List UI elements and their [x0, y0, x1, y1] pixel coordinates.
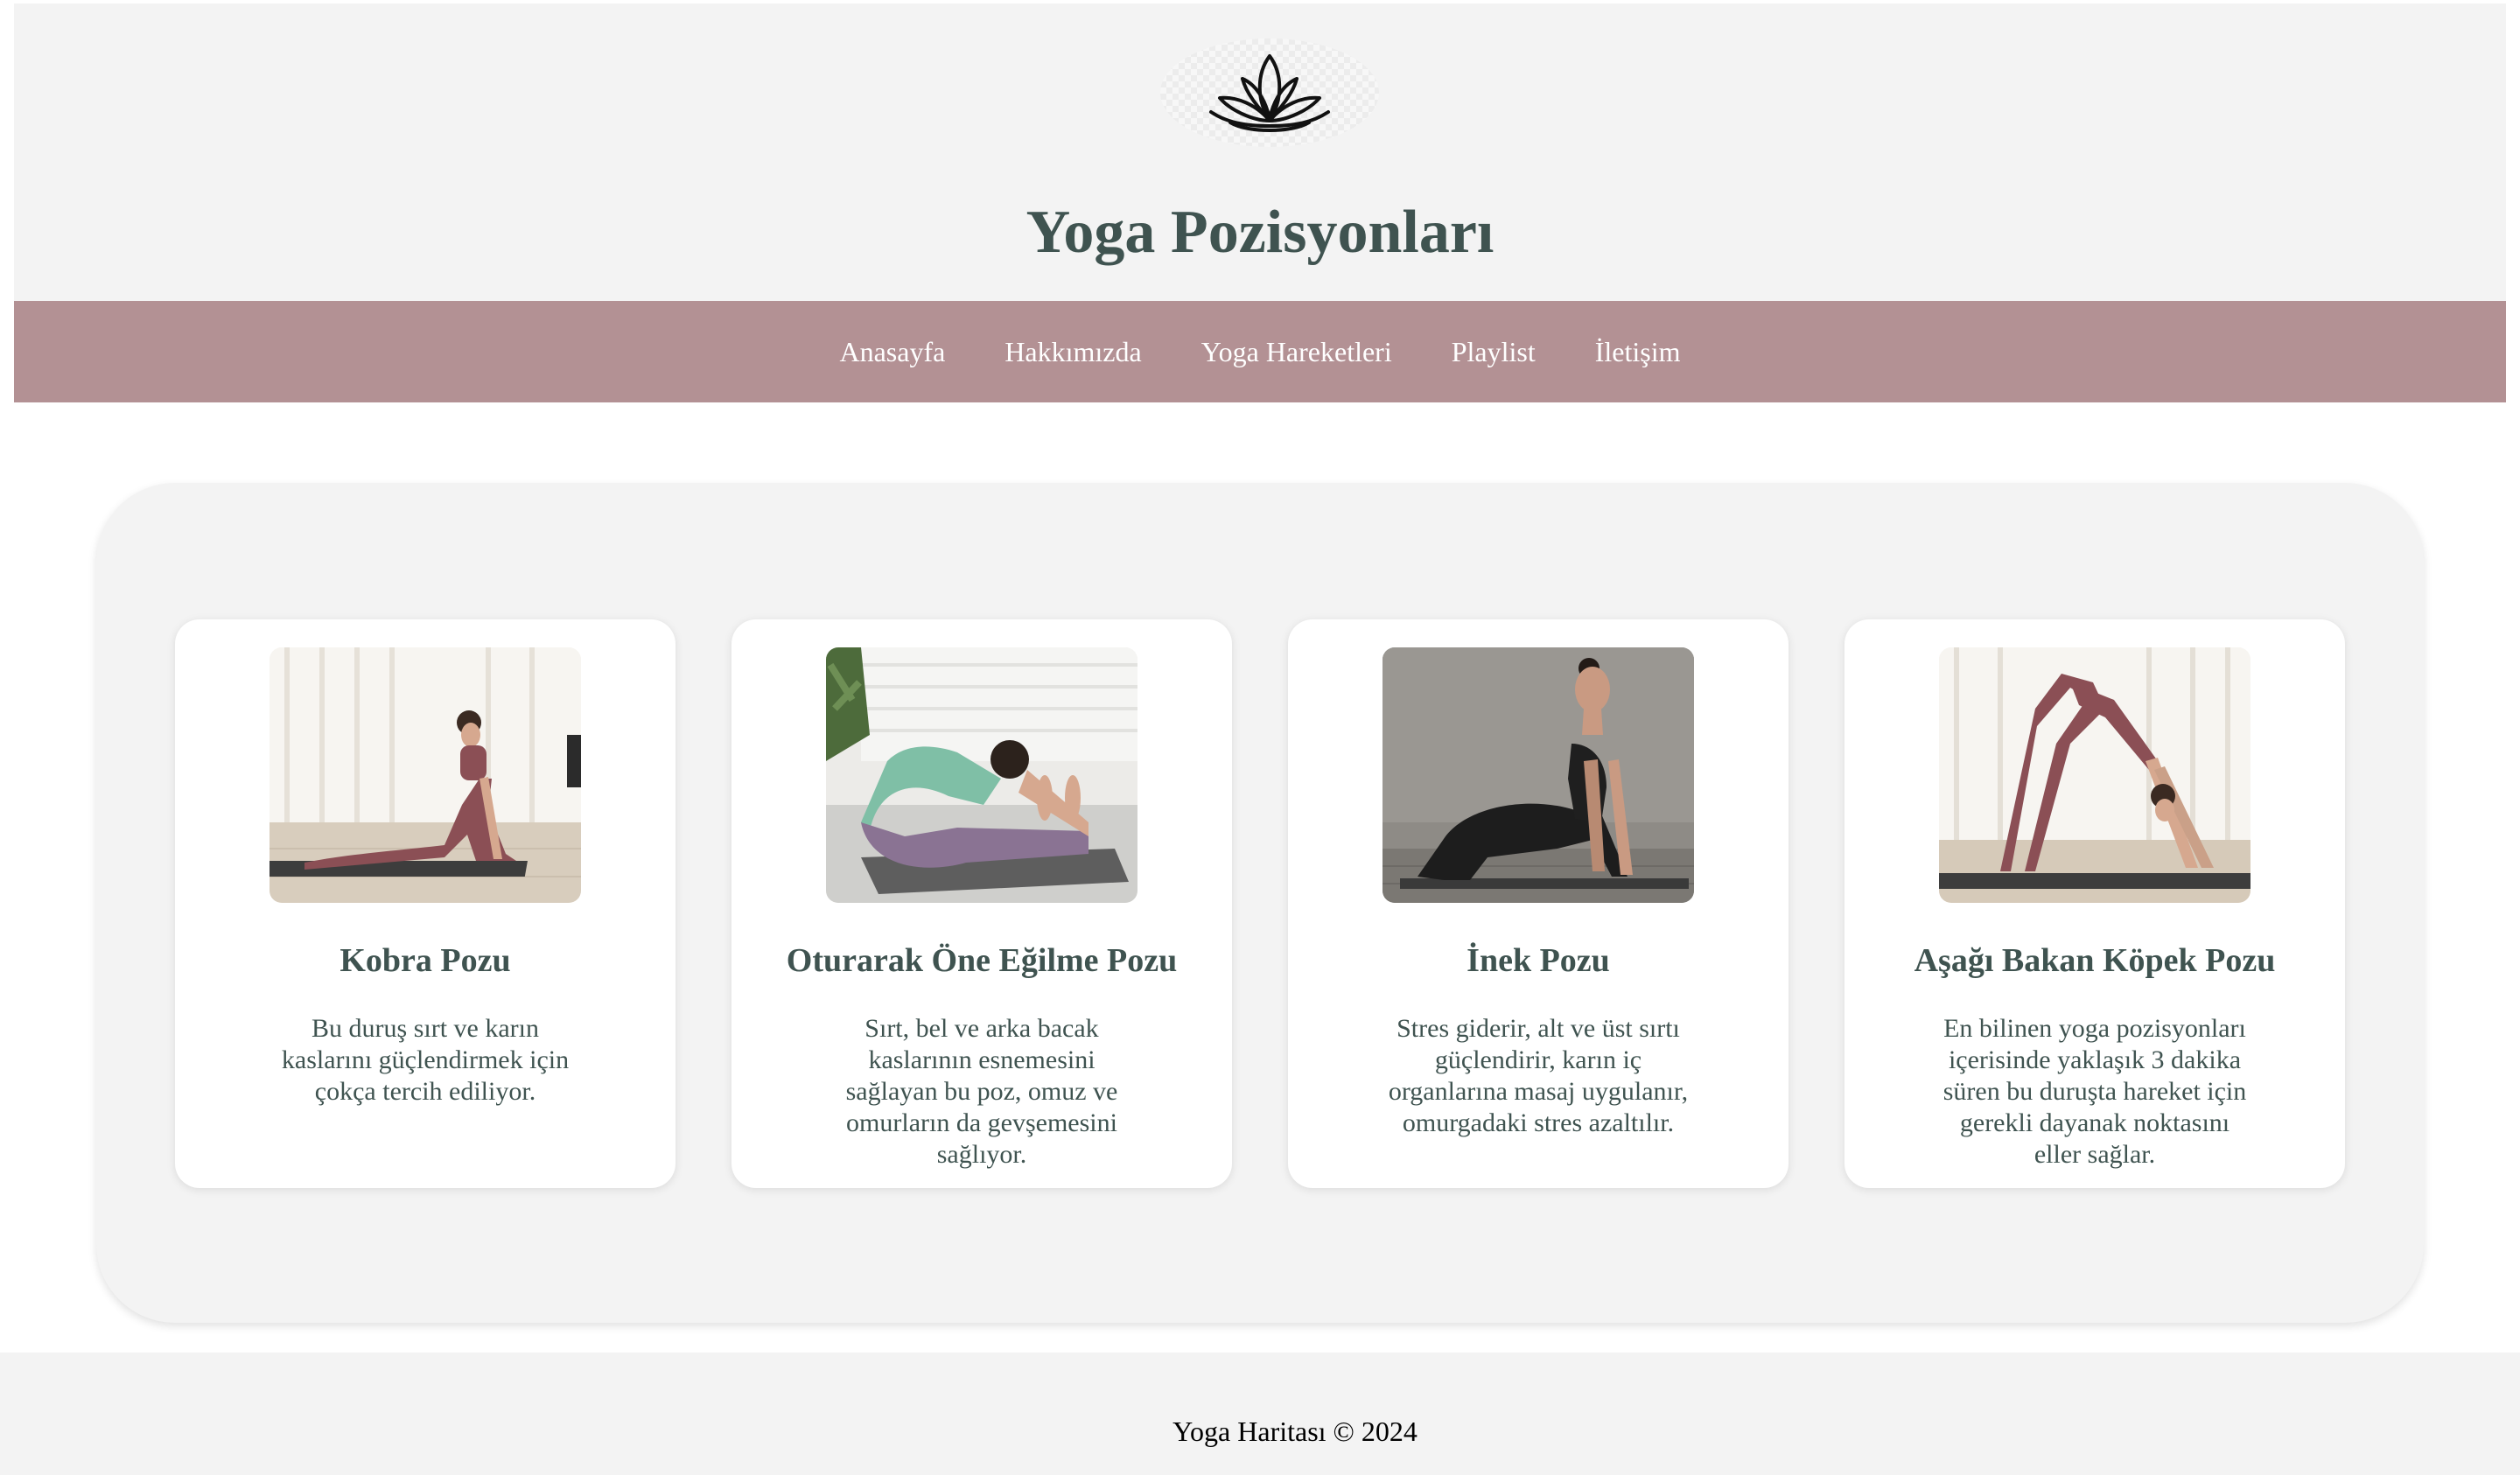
card-description: Bu duruş sırt ve karın kaslarını güçlend…: [281, 1014, 570, 1106]
card-title: İnek Pozu: [1466, 942, 1610, 979]
card-description: Sırt, bel ve arka bacak kaslarının esnem…: [845, 1014, 1118, 1169]
pose-card[interactable]: Kobra Pozu Bu duruş sırt ve karın kaslar…: [175, 619, 676, 1188]
copyright-text: Yoga Haritası © 2024: [1172, 1416, 1418, 1447]
card-description: Stres giderir, alt ve üst sırtı güçlendi…: [1388, 1014, 1689, 1137]
card-title: Kobra Pozu: [340, 942, 511, 979]
pose-card[interactable]: Aşağı Bakan Köpek Pozu En bilinen yoga p…: [1844, 619, 2345, 1188]
nav-item-playlist[interactable]: Playlist: [1452, 334, 1536, 369]
pose-card[interactable]: İnek Pozu Stres giderir, alt ve üst sırt…: [1288, 619, 1788, 1188]
site-footer: Yoga Haritası © 2024: [0, 1353, 2520, 1475]
nav-item-yoga-hareketleri[interactable]: Yoga Hareketleri: [1201, 334, 1392, 369]
card-description: En bilinen yoga pozisyonları içerisinde …: [1942, 1014, 2247, 1169]
card-title: Oturarak Öne Eğilme Pozu: [786, 942, 1178, 979]
lotus-icon[interactable]: [1160, 38, 1379, 147]
main-nav: Anasayfa Hakkımızda Yoga Hareketleri Pla…: [14, 301, 2506, 402]
page-title: Yoga Pozisyonları: [1026, 199, 1494, 266]
nav-item-iletisim[interactable]: İletişim: [1595, 334, 1681, 369]
cow-pose-photo: [1382, 647, 1694, 903]
site-header: Yoga Pozisyonları: [14, 3, 2506, 301]
downward-dog-photo: [1939, 647, 2250, 903]
seated-forward-bend-photo: [826, 647, 1138, 903]
nav-item-anasayfa[interactable]: Anasayfa: [839, 334, 945, 369]
cobra-pose-photo: [270, 647, 581, 903]
nav-item-hakkimizda[interactable]: Hakkımızda: [1004, 334, 1141, 369]
pose-card[interactable]: Oturarak Öne Eğilme Pozu Sırt, bel ve ar…: [732, 619, 1232, 1188]
card-title: Aşağı Bakan Köpek Pozu: [1914, 942, 2276, 979]
